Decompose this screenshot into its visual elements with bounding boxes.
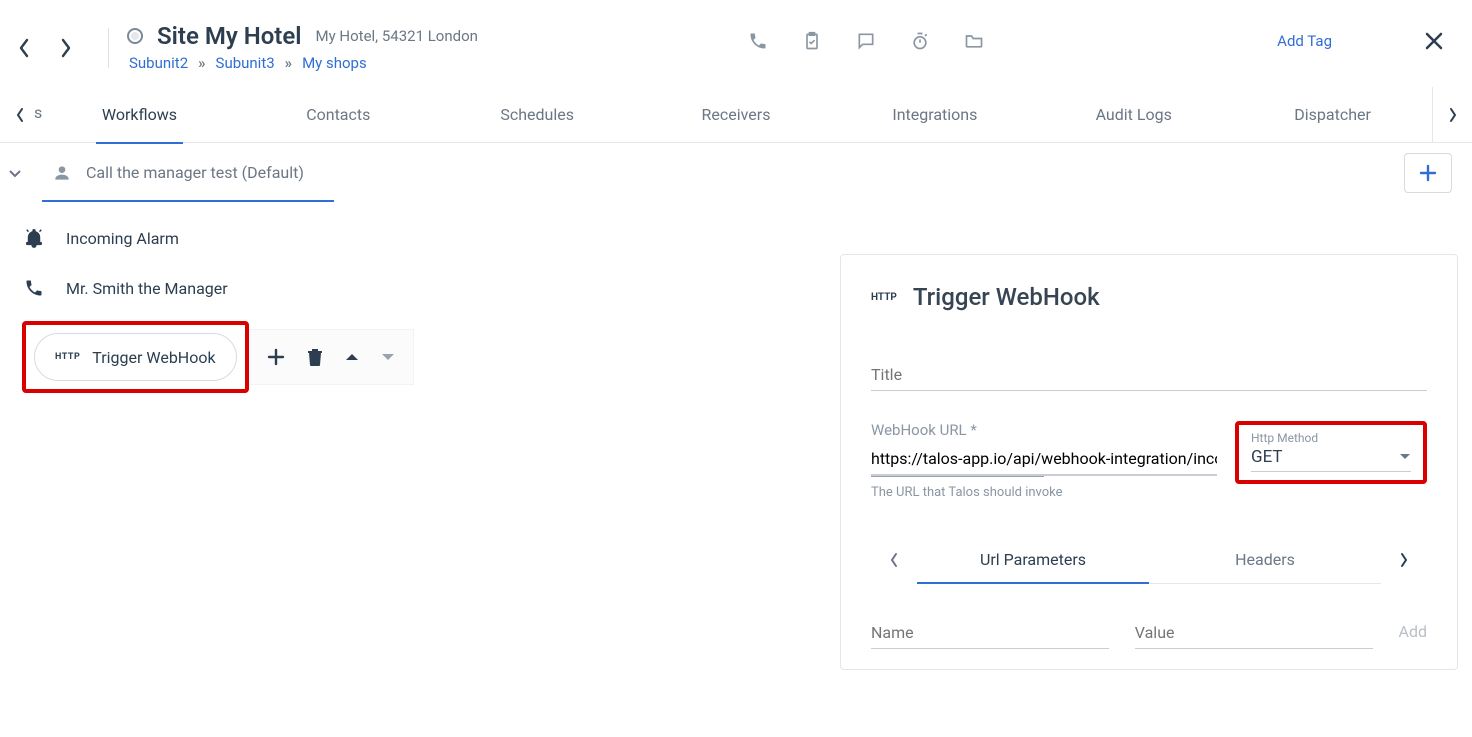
back-button[interactable]: [18, 38, 30, 58]
highlight-box: HTTP Trigger WebHook: [22, 321, 249, 393]
params-tabs-scroll-right[interactable]: [1381, 538, 1427, 582]
tab-audit-logs[interactable]: Audit Logs: [1034, 87, 1233, 143]
tab-receivers[interactable]: Receivers: [637, 87, 836, 143]
step-label: Mr. Smith the Manager: [66, 279, 228, 298]
tab-schedules[interactable]: Schedules: [438, 87, 637, 143]
http-icon: HTTP: [55, 352, 80, 362]
tab-dispatcher[interactable]: Dispatcher: [1233, 87, 1432, 143]
divider: [108, 28, 109, 68]
tab-headers[interactable]: Headers: [1149, 536, 1381, 584]
url-helper-text: The URL that Talos should invoke: [871, 485, 1217, 500]
param-value-input[interactable]: [1135, 619, 1373, 649]
bell-icon: [22, 227, 46, 249]
site-status-icon: [127, 28, 143, 44]
workflow-selector-dropdown[interactable]: [0, 167, 30, 178]
tab-integrations[interactable]: Integrations: [835, 87, 1034, 143]
add-tag-link[interactable]: Add Tag: [1277, 32, 1332, 50]
tab-workflows[interactable]: Workflows: [40, 87, 239, 143]
breadcrumb-item[interactable]: Subunit3: [216, 54, 275, 72]
breadcrumb-item[interactable]: Subunit2: [129, 54, 188, 72]
step-add-button[interactable]: [267, 348, 285, 366]
person-icon: [52, 163, 72, 183]
breadcrumb-sep: »: [198, 54, 205, 72]
tab-contacts[interactable]: Contacts: [239, 87, 438, 143]
http-method-select[interactable]: GET: [1251, 445, 1411, 472]
step-label: Incoming Alarm: [66, 229, 179, 248]
phone-icon: [22, 278, 46, 298]
workflow-subtab[interactable]: Call the manager test (Default): [30, 143, 326, 202]
http-icon: HTTP: [871, 292, 897, 303]
chevron-down-icon: [1399, 453, 1411, 461]
workflow-subtab-label: Call the manager test (Default): [86, 163, 304, 182]
http-method-label: Http Method: [1251, 431, 1411, 445]
panel-title: Trigger WebHook: [913, 283, 1100, 311]
breadcrumb: Subunit2 » Subunit3 » My shops: [127, 54, 478, 72]
folder-icon[interactable]: [963, 30, 985, 52]
title-input[interactable]: [871, 361, 1427, 391]
url-label: WebHook URL *: [871, 421, 1217, 439]
params-tabs-scroll-left[interactable]: [871, 552, 917, 568]
webhook-detail-panel: HTTP Trigger WebHook WebHook URL * The U…: [840, 254, 1458, 670]
webhook-url-input[interactable]: [871, 445, 1217, 476]
step-label: Trigger WebHook: [92, 348, 215, 367]
phone-icon[interactable]: [747, 30, 769, 52]
step-move-up-button[interactable]: [345, 352, 359, 362]
site-title: Site My Hotel: [157, 22, 302, 50]
add-workflow-button[interactable]: [1404, 153, 1452, 193]
step-trigger-webhook[interactable]: HTTP Trigger WebHook: [34, 333, 237, 381]
tabs-scroll-right[interactable]: [1432, 87, 1472, 142]
site-subtitle: My Hotel, 54321 London: [316, 27, 478, 45]
stopwatch-icon[interactable]: [909, 30, 931, 52]
highlight-box: Http Method GET: [1235, 421, 1427, 484]
param-name-input[interactable]: [871, 619, 1109, 649]
tab-url-parameters[interactable]: Url Parameters: [917, 536, 1149, 584]
param-add-button[interactable]: Add: [1399, 622, 1427, 649]
clipboard-icon[interactable]: [801, 30, 823, 52]
close-icon[interactable]: [1424, 31, 1444, 51]
breadcrumb-item[interactable]: My shops: [302, 54, 367, 72]
step-delete-button[interactable]: [307, 348, 323, 366]
http-method-value: GET: [1251, 447, 1283, 467]
step-move-down-button[interactable]: [381, 352, 395, 362]
breadcrumb-sep: »: [285, 54, 292, 72]
chat-icon[interactable]: [855, 30, 877, 52]
forward-button[interactable]: [60, 38, 72, 58]
